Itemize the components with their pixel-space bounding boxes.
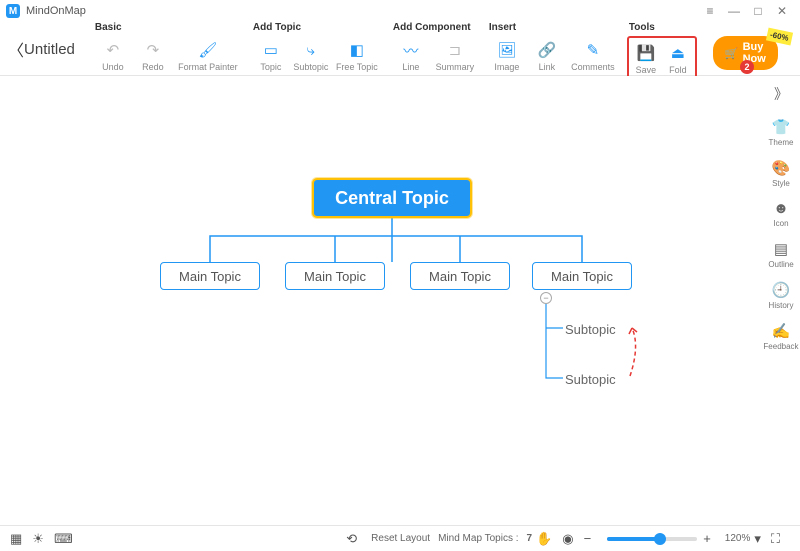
connector-lines [0, 76, 762, 525]
undo-icon: ↶ [107, 40, 120, 60]
hand-tool-icon[interactable]: ✋ [536, 531, 552, 547]
zoom-dropdown-icon[interactable]: ▾ [754, 531, 761, 547]
document-title[interactable]: Untitled [24, 22, 75, 76]
summary-button[interactable]: ⊐Summary [431, 36, 479, 76]
brightness-icon[interactable]: ☀ [32, 531, 44, 547]
line-icon: 〰 [403, 40, 418, 60]
discount-badge: -60% [766, 28, 793, 46]
summary-icon: ⊐ [449, 40, 462, 60]
main-topic-node[interactable]: Main Topic [160, 262, 260, 290]
emoji-icon: ☻ [773, 200, 789, 217]
history-panel-button[interactable]: 🕘History [769, 281, 794, 310]
subtopic-icon: ⤷ [307, 40, 315, 60]
topics-count: 7 [527, 533, 533, 544]
comments-button[interactable]: ✎Comments [567, 36, 619, 76]
reset-layout-label[interactable]: Reset Layout [371, 533, 430, 544]
zoom-in-button[interactable]: + [703, 531, 711, 546]
main-topic-node[interactable]: Main Topic [285, 262, 385, 290]
redo-button[interactable]: ↷Redo [133, 36, 173, 76]
status-bar: ▦ ☀ ⌨ ⟲ Reset Layout Mind Map Topics : 7… [0, 525, 800, 551]
freetopic-button[interactable]: ◧Free Topic [331, 36, 383, 76]
feedback-icon: ✍ [772, 322, 791, 340]
history-icon: 🕘 [772, 281, 791, 299]
view-icon[interactable]: ◉ [562, 531, 573, 547]
freetopic-icon: ◧ [350, 40, 364, 60]
topic-button[interactable]: ▭Topic [251, 36, 291, 76]
link-icon: 🔗 [538, 40, 557, 60]
zoom-slider[interactable] [607, 537, 697, 541]
style-icon: 🎨 [772, 159, 791, 177]
zoom-out-button[interactable]: − [584, 531, 592, 546]
window-maximize-button[interactable]: □ [746, 4, 770, 18]
format-painter-icon: 🖌 [198, 40, 217, 60]
right-panel: 》 👕Theme 🎨Style ☻Icon ▤Outline 🕘History … [762, 76, 800, 363]
group-insert-label: Insert [487, 22, 619, 36]
window-close-button[interactable]: ✕ [770, 4, 794, 18]
collapse-handle[interactable]: − [540, 292, 552, 304]
subtopic-node[interactable]: Subtopic [565, 322, 616, 337]
presentation-icon[interactable]: ▦ [10, 531, 22, 547]
app-logo: M [6, 4, 20, 18]
fullscreen-icon[interactable]: ⛶ [771, 531, 780, 547]
reset-layout-icon[interactable]: ⟲ [346, 531, 357, 547]
subtopic-node[interactable]: Subtopic [565, 372, 616, 387]
line-button[interactable]: 〰Line [391, 36, 431, 76]
feedback-panel-button[interactable]: ✍Feedback [763, 322, 798, 351]
subtopic-button[interactable]: ⤷Subtopic [291, 36, 331, 76]
main-topic-node[interactable]: Main Topic [532, 262, 632, 290]
zoom-value: 120% [725, 533, 751, 544]
back-button[interactable]: 〈 [8, 22, 24, 76]
fold-button[interactable]: ⏏Fold [662, 39, 694, 79]
save-button[interactable]: 💾Save [630, 39, 662, 79]
group-addcomponent-label: Add Component [391, 22, 479, 36]
theme-panel-button[interactable]: 👕Theme [769, 118, 794, 147]
collapse-panel-button[interactable]: 》 [774, 84, 788, 104]
topic-icon: ▭ [264, 40, 278, 60]
image-icon: 🖼 [497, 40, 516, 60]
outline-icon: ▤ [774, 240, 788, 258]
group-addtopic-label: Add Topic [251, 22, 383, 36]
icon-panel-button[interactable]: ☻Icon [773, 200, 789, 228]
save-icon: 💾 [637, 43, 656, 63]
window-menu-button[interactable]: ≡ [698, 4, 722, 18]
format-painter-button[interactable]: 🖌Format Painter [173, 36, 243, 76]
cart-icon: 🛒 [725, 47, 739, 60]
comments-icon: ✎ [587, 40, 600, 60]
fold-icon: ⏏ [671, 43, 685, 63]
main-topic-node[interactable]: Main Topic [410, 262, 510, 290]
outline-panel-button[interactable]: ▤Outline [768, 240, 793, 269]
mindmap-canvas[interactable]: Central Topic Main Topic Main Topic Main… [0, 76, 762, 525]
keyboard-icon[interactable]: ⌨ [54, 531, 73, 547]
image-button[interactable]: 🖼Image [487, 36, 527, 76]
undo-button[interactable]: ↶Undo [93, 36, 133, 76]
group-tools-label: Tools [627, 22, 697, 36]
redo-icon: ↷ [147, 40, 160, 60]
link-button[interactable]: 🔗Link [527, 36, 567, 76]
theme-icon: 👕 [772, 118, 791, 136]
app-name: MindOnMap [26, 5, 86, 17]
window-minimize-button[interactable]: — [722, 4, 746, 18]
annotation-2: 2 [740, 60, 754, 74]
central-topic-node[interactable]: Central Topic [312, 178, 472, 218]
style-panel-button[interactable]: 🎨Style [772, 159, 791, 188]
group-basic-label: Basic [93, 22, 243, 36]
topics-label: Mind Map Topics : [438, 533, 518, 544]
